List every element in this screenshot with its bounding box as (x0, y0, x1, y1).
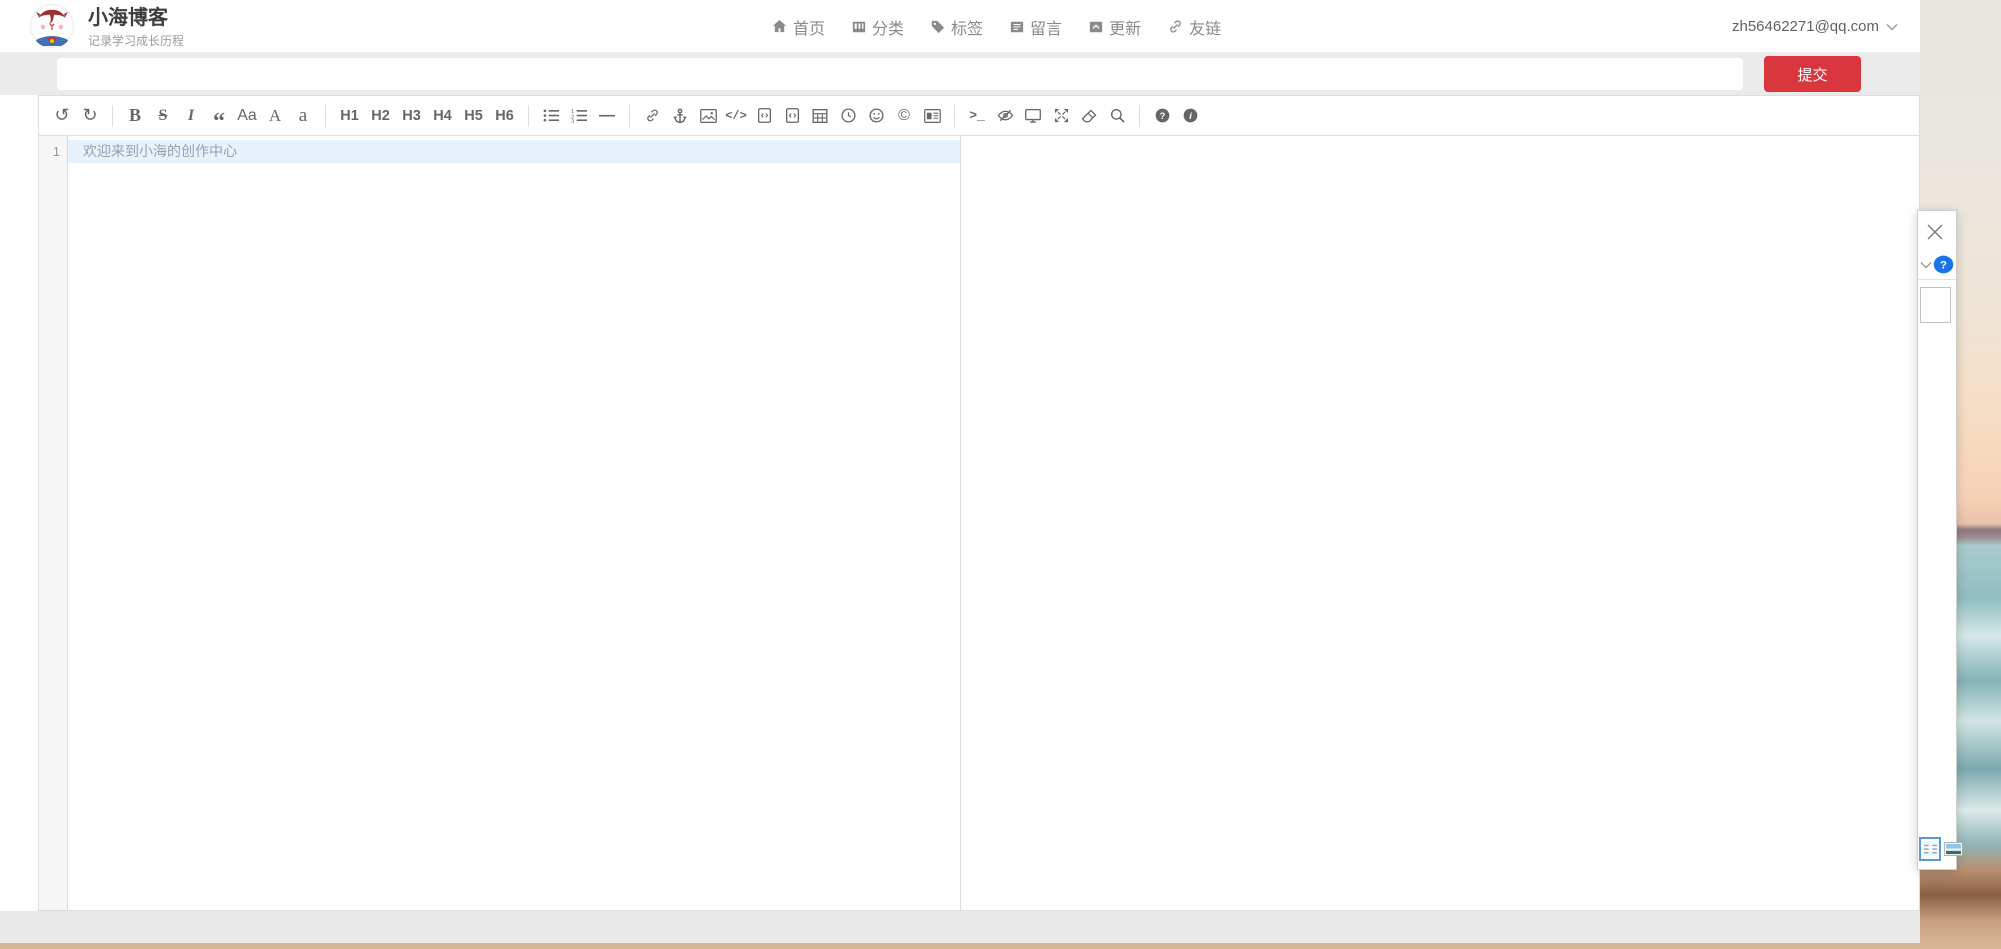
nav-label: 更新 (1109, 15, 1141, 39)
help-badge-icon[interactable]: ? (1933, 255, 1954, 274)
svg-text:i: i (1189, 111, 1192, 121)
fullscreen-icon[interactable] (1048, 101, 1074, 131)
horizontal-rule-icon[interactable]: — (594, 101, 620, 131)
preformatted-text-icon[interactable] (751, 101, 777, 131)
site-subtitle: 记录学习成长历程 (88, 32, 184, 49)
strikethrough-icon[interactable]: S (150, 101, 176, 131)
preview-icon[interactable] (1020, 101, 1046, 131)
link-icon[interactable] (639, 101, 665, 131)
list-ul-icon[interactable] (538, 101, 564, 131)
editor-text-area[interactable]: 欢迎来到小海的创作中心 (68, 136, 960, 910)
category-icon (852, 20, 866, 34)
nav-item-3[interactable]: 标签 (931, 15, 983, 39)
content-column: 小海博客 记录学习成长历程 首页 分类 标签 留言 更新 友链 zh56462271@qq… (0, 0, 1920, 943)
nav-label: 分类 (872, 15, 904, 39)
heading5-icon[interactable]: H5 (459, 101, 488, 131)
nav-label: 首页 (793, 15, 825, 39)
list-ol-icon[interactable]: 123 (566, 101, 592, 131)
heading2-icon[interactable]: H2 (366, 101, 395, 131)
page-background-photo: 小海博客 记录学习成长历程 首页 分类 标签 留言 更新 友链 zh56462271@qq… (0, 0, 2001, 949)
code-icon[interactable]: </> (723, 101, 749, 131)
heading3-icon[interactable]: H3 (397, 101, 426, 131)
friend-links-icon (1168, 19, 1183, 34)
heading6-icon[interactable]: H6 (490, 101, 519, 131)
tag-icon (931, 20, 945, 34)
compose-title-bar: 提交 (0, 53, 1920, 95)
line-number: 1 (39, 140, 67, 163)
nav-item-4[interactable]: 留言 (1010, 15, 1062, 39)
nav-label: 友链 (1189, 15, 1221, 39)
toolbar-divider (112, 105, 113, 127)
quote-icon[interactable]: “ (206, 101, 232, 131)
pagebreak-icon[interactable] (919, 101, 945, 131)
nav-item-2[interactable]: 分类 (852, 15, 904, 39)
italic-icon[interactable]: I (178, 101, 204, 131)
site-header: 小海博客 记录学习成长历程 首页 分类 标签 留言 更新 友链 zh56462271@qq… (0, 0, 1920, 53)
uppercase-icon[interactable]: A (262, 101, 288, 131)
image-thumbnail-icon[interactable] (1944, 842, 1963, 856)
toolbar-divider (528, 105, 529, 127)
list-view-icon[interactable] (1919, 837, 1941, 861)
watch-icon[interactable] (992, 101, 1018, 131)
message-icon (1010, 20, 1024, 34)
line-number-gutter: 1 (39, 136, 68, 910)
lowercase-icon[interactable]: a (290, 101, 316, 131)
toolbar-divider (954, 105, 955, 127)
svg-text:?: ? (1940, 259, 1947, 271)
table-icon[interactable] (807, 101, 833, 131)
site-title: 小海博客 (88, 6, 184, 30)
bold-icon[interactable]: B (122, 101, 148, 131)
undo-icon[interactable]: ↺ (49, 101, 75, 131)
heading4-icon[interactable]: H4 (428, 101, 457, 131)
post-title-input[interactable] (57, 58, 1743, 90)
info-icon[interactable]: i (1177, 101, 1203, 131)
nav-item-5[interactable]: 更新 (1089, 15, 1141, 39)
datetime-icon[interactable] (835, 101, 861, 131)
toolbar-divider (1139, 105, 1140, 127)
nav-item-1[interactable]: 首页 (772, 15, 825, 39)
nav-item-6[interactable]: 友链 (1168, 15, 1221, 39)
avatar-cartoon-icon[interactable] (30, 4, 74, 48)
toolbar-divider (325, 105, 326, 127)
panel-divider (1918, 279, 1956, 280)
update-icon (1089, 20, 1103, 34)
help-icon[interactable]: ? (1149, 101, 1175, 131)
svg-text:?: ? (1159, 111, 1165, 121)
home-icon (772, 19, 787, 34)
editor-line-1[interactable]: 欢迎来到小海的创作中心 (68, 140, 960, 163)
user-email: zh56462271@qq.com (1732, 18, 1879, 35)
toolbar-divider (629, 105, 630, 127)
panel-bottom-row (1919, 837, 1963, 861)
close-icon[interactable] (1926, 223, 1944, 246)
site-identity: 小海博客 记录学习成长历程 (88, 6, 184, 49)
goto-line-icon[interactable]: >_ (964, 101, 990, 131)
page-footer-band (0, 911, 1920, 943)
svg-text:3: 3 (571, 119, 574, 123)
html-entities-icon[interactable]: © (891, 101, 917, 131)
search-icon[interactable] (1104, 101, 1130, 131)
main-nav: 首页 分类 标签 留言 更新 友链 (772, 0, 1248, 53)
code-block-icon[interactable] (779, 101, 805, 131)
nav-label: 留言 (1030, 15, 1062, 39)
markdown-editor: ↺↻BSI“AaAaH1H2H3H4H5H6123—</>©>_?i 1 欢迎来… (38, 95, 1920, 911)
user-account-menu[interactable]: zh56462271@qq.com (1732, 0, 1898, 53)
chevron-down-icon (1886, 23, 1898, 31)
submit-button[interactable]: 提交 (1764, 56, 1861, 92)
ucwords-icon[interactable]: Aa (234, 101, 260, 131)
chevron-down-icon[interactable] (1920, 261, 1932, 269)
editor-body: 1 欢迎来到小海的创作中心 (39, 136, 1919, 910)
markdown-preview-pane (960, 136, 1919, 910)
heading1-icon[interactable]: H1 (335, 101, 364, 131)
editor-toolbar: ↺↻BSI“AaAaH1H2H3H4H5H6123—</>©>_?i (39, 96, 1919, 136)
floating-side-panel: ? (1917, 210, 1957, 870)
clear-icon[interactable] (1076, 101, 1102, 131)
panel-input[interactable] (1920, 287, 1951, 323)
anchor-icon[interactable] (667, 101, 693, 131)
nav-label: 标签 (951, 15, 983, 39)
image-icon[interactable] (695, 101, 721, 131)
emoji-icon[interactable] (863, 101, 889, 131)
redo-icon[interactable]: ↻ (77, 101, 103, 131)
panel-controls-row: ? (1918, 255, 1956, 274)
